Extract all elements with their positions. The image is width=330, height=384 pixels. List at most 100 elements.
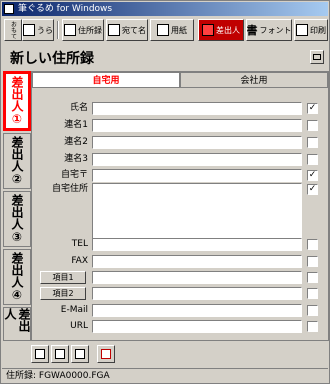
name-field[interactable]	[92, 102, 302, 115]
email-field[interactable]	[92, 304, 302, 317]
row-joint-3: 連名3	[32, 153, 328, 166]
paste-button[interactable]	[51, 345, 69, 363]
switch-button[interactable]	[97, 345, 115, 363]
printer-icon	[296, 24, 308, 36]
switch-icon	[101, 349, 111, 359]
home-address-checkbox[interactable]: ✓	[307, 184, 318, 195]
sender-tab-4[interactable]: 差出人④	[3, 249, 31, 305]
app-window: 筆ぐるめ for Windows おもて うら 住所録 宛て名 用紙 差出人 書	[0, 0, 330, 384]
fax-checkbox[interactable]	[307, 256, 318, 267]
address-book-icon	[64, 24, 76, 36]
sender-form-panel: 自宅用 会社用 氏名 ✓ 連名1 連名2 連名3 自宅〒 ✓ 自宅住所 ✓ TE…	[31, 71, 329, 341]
addressee-icon	[108, 24, 120, 36]
url-checkbox[interactable]	[307, 321, 318, 332]
row-item-2: 項目2	[32, 287, 328, 300]
tel-checkbox[interactable]	[307, 239, 318, 250]
print-label: 印刷	[310, 25, 326, 35]
address-book-button[interactable]: 住所録	[62, 19, 104, 41]
window-icon[interactable]	[310, 50, 324, 64]
sender-label: 差出人	[216, 25, 240, 35]
name-label: 氏名	[69, 103, 88, 113]
paper-label: 用紙	[171, 25, 187, 35]
ura-button[interactable]: うら	[22, 19, 54, 41]
sender-tab-5[interactable]: 差出人	[3, 307, 31, 341]
window-title: 筆ぐるめ for Windows	[18, 4, 113, 14]
row-url: URL	[32, 320, 328, 333]
joint-2-checkbox[interactable]	[307, 137, 318, 148]
item-2-button[interactable]: 項目2	[40, 287, 86, 300]
joint-3-checkbox[interactable]	[307, 154, 318, 165]
row-fax: FAX	[32, 255, 328, 268]
paper-icon	[157, 24, 169, 36]
tab-company[interactable]: 会社用	[180, 72, 328, 88]
paper-button[interactable]: 用紙	[150, 19, 194, 41]
sender-tab-3-label: 差出人③	[10, 194, 24, 244]
tel-field[interactable]	[92, 238, 302, 251]
bottom-toolbar	[31, 343, 329, 367]
trash-icon	[75, 349, 85, 359]
name-checkbox[interactable]: ✓	[307, 103, 318, 114]
toolbar-separator	[57, 21, 59, 39]
delete-button[interactable]	[71, 345, 89, 363]
sender-tab-1[interactable]: 差出人①	[3, 71, 31, 131]
row-name: 氏名 ✓	[32, 102, 328, 115]
sender-tab-2[interactable]: 差出人②	[3, 133, 31, 189]
font-button[interactable]: 書 フォント	[246, 19, 292, 41]
card-icon	[23, 24, 35, 36]
fax-field[interactable]	[92, 255, 302, 268]
addressee-label: 宛て名	[122, 25, 146, 35]
app-icon	[4, 4, 14, 14]
item-2-field[interactable]	[92, 287, 302, 300]
check-icon: ✓	[308, 170, 317, 180]
sender-tabs: 差出人① 差出人② 差出人③ 差出人④ 差出人	[3, 71, 31, 341]
font-icon: 書	[246, 24, 258, 37]
url-field[interactable]	[92, 320, 302, 333]
joint-3-label: 連名3	[64, 154, 88, 164]
item-1-checkbox[interactable]	[307, 272, 318, 283]
row-tel: TEL	[32, 238, 328, 251]
row-joint-1: 連名1	[32, 119, 328, 132]
row-joint-2: 連名2	[32, 136, 328, 149]
ura-label: うら	[37, 25, 53, 35]
tab-strip: 自宅用 会社用	[32, 72, 328, 88]
omote-button[interactable]: おもて	[4, 19, 22, 41]
email-checkbox[interactable]	[307, 305, 318, 316]
sender-tab-2-label: 差出人②	[10, 136, 24, 186]
home-zip-field[interactable]	[92, 169, 302, 182]
sender-tab-1-label: 差出人①	[10, 76, 24, 126]
item-1-button[interactable]: 項目1	[40, 271, 86, 284]
url-label: URL	[70, 321, 88, 331]
status-bar: 住所録: FGWA0000.FGA	[2, 368, 328, 383]
print-button[interactable]: 印刷	[294, 19, 328, 41]
row-home-zip: 自宅〒 ✓	[32, 169, 328, 182]
check-icon: ✓	[308, 184, 317, 194]
check-icon: ✓	[308, 103, 317, 113]
sender-tab-3[interactable]: 差出人③	[3, 191, 31, 247]
joint-3-field[interactable]	[92, 153, 302, 166]
paste-icon	[55, 349, 65, 359]
email-label: E-Mail	[60, 305, 88, 315]
addressee-button[interactable]: 宛て名	[106, 19, 148, 41]
fax-label: FAX	[71, 256, 88, 266]
joint-1-field[interactable]	[92, 119, 302, 132]
item-1-field[interactable]	[92, 271, 302, 284]
font-label: フォント	[259, 25, 292, 35]
address-book-label: 住所録	[78, 25, 102, 35]
joint-1-checkbox[interactable]	[307, 120, 318, 131]
page-title: 新しい住所録	[10, 51, 94, 67]
sender-tab-5-label: 差出人	[3, 308, 31, 332]
home-address-field[interactable]	[92, 183, 302, 239]
sender-button[interactable]: 差出人	[198, 19, 244, 41]
item-2-checkbox[interactable]	[307, 288, 318, 299]
tab-home[interactable]: 自宅用	[32, 72, 180, 88]
title-bar: 筆ぐるめ for Windows	[2, 2, 328, 16]
home-address-label: 自宅住所	[51, 184, 88, 194]
home-zip-label: 自宅〒	[60, 170, 88, 180]
row-home-address: 自宅住所 ✓	[32, 183, 328, 239]
joint-1-label: 連名1	[64, 120, 88, 130]
home-zip-checkbox[interactable]: ✓	[307, 170, 318, 181]
joint-2-field[interactable]	[92, 136, 302, 149]
copy-button[interactable]	[31, 345, 49, 363]
row-email: E-Mail	[32, 304, 328, 317]
tel-label: TEL	[71, 239, 88, 249]
